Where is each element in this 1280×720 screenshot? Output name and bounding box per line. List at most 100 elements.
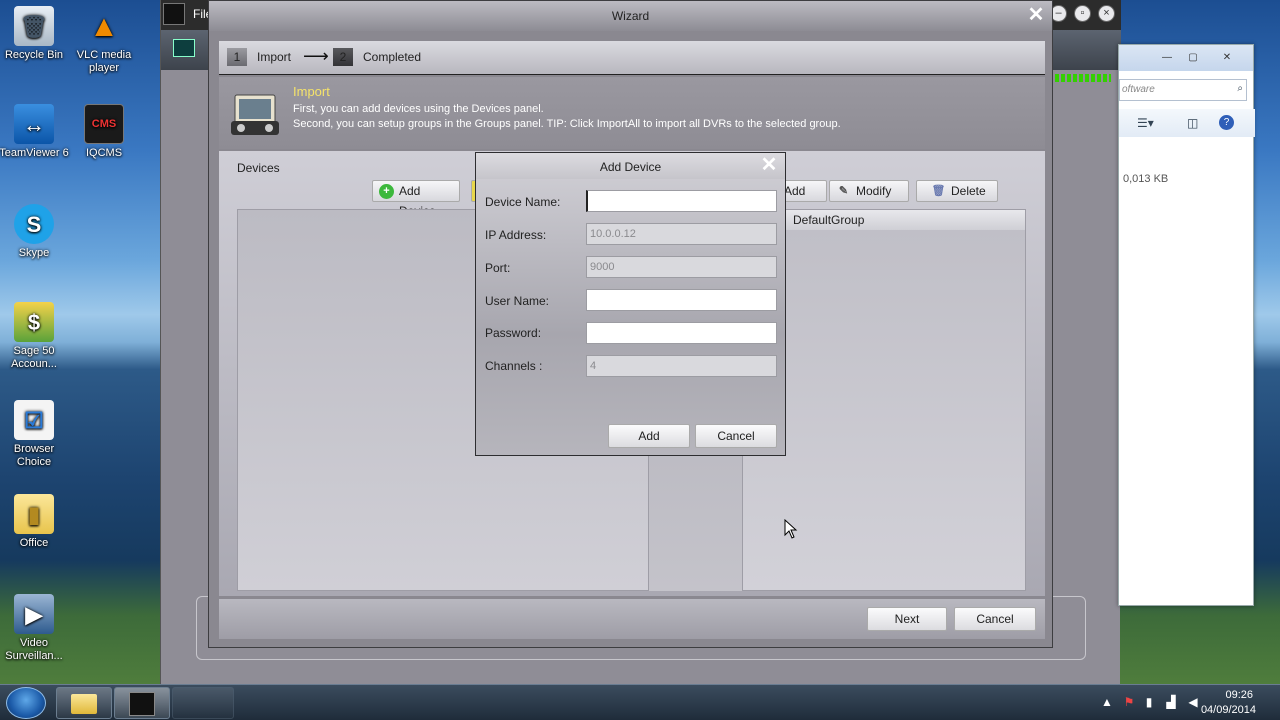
desktop-icon-label: VLC media player [76, 49, 132, 74]
devices-label: Devices [237, 161, 280, 175]
info-line-2: Second, you can setup groups in the Grou… [293, 118, 841, 130]
file-size: 0,013 KB [1123, 173, 1169, 185]
device-name-label: Device Name: [485, 195, 561, 209]
arrow-right-icon: ⟶ [303, 46, 329, 66]
info-title: Import [293, 84, 330, 99]
channels-input[interactable] [586, 355, 777, 377]
taskbar: ▲ ⚑ ▮ ▟ ◀ 09:26 04/09/2014 [0, 684, 1280, 720]
folder-icon [71, 694, 97, 714]
trash-icon: 🗑 [931, 185, 946, 197]
add-device-button[interactable]: + Add Device [372, 180, 460, 218]
wizard-titlebar: Wizard ✕ [209, 1, 1052, 31]
explorer-search-text: oftware [1122, 84, 1155, 95]
delete-button[interactable]: 🗑 Delete [916, 180, 998, 202]
modify-label: Modify [856, 184, 892, 198]
close-icon[interactable]: × [1098, 5, 1115, 22]
desktop-icon-skype[interactable]: S Skype [0, 204, 71, 260]
desktop-icon-recycle-bin[interactable]: 🗑 Recycle Bin [0, 6, 71, 62]
app-window-controls: – ▫ × [1050, 5, 1120, 25]
app-logo-icon [163, 3, 185, 25]
start-button[interactable] [6, 687, 46, 719]
desktop-icon-office[interactable]: ▮ Office [0, 494, 71, 550]
cancel-button[interactable]: Cancel [954, 607, 1036, 631]
dialog-add-button[interactable]: Add [608, 424, 690, 448]
taskbar-item[interactable] [172, 687, 234, 719]
dialog-titlebar: Add Device ✕ [476, 153, 785, 179]
battery-icon[interactable]: ▮ [1142, 695, 1156, 709]
next-button[interactable]: Next [867, 607, 947, 631]
vlc-icon: ▲ [89, 9, 119, 43]
teamviewer-icon: ↔ [14, 104, 54, 144]
dialog-title: Add Device [599, 160, 662, 174]
explorer-search-input[interactable]: oftware ⌕ [1119, 79, 1247, 101]
port-input[interactable] [586, 256, 777, 278]
info-panel: Import First, you can add devices using … [219, 77, 1045, 149]
wizard-steps: 1 Import ⟶ 2 Completed [219, 41, 1045, 75]
iqcms-icon [129, 692, 155, 716]
monitor-icon[interactable] [173, 39, 195, 57]
signal-bars-icon [1055, 74, 1111, 82]
step-1-label: Import [257, 50, 292, 64]
modify-button[interactable]: ✎ Modify [829, 180, 909, 202]
plus-icon: + [379, 184, 394, 199]
preview-pane-icon[interactable]: ◫ [1187, 116, 1198, 130]
sage-icon: $ [14, 302, 54, 342]
explorer-toolbar: ☰▾ ◫ ? [1119, 109, 1255, 137]
desktop-icon-vlc[interactable]: ▲ VLC media player [67, 6, 141, 75]
dialog-close-icon[interactable]: ✕ [759, 155, 779, 175]
info-line-1: First, you can add devices using the Dev… [293, 103, 544, 115]
browser-choice-icon: ☑ [14, 400, 54, 440]
explorer-window: — ▢ ✕ oftware ⌕ ☰▾ ◫ ? 0,013 KB [1118, 44, 1255, 606]
recycle-bin-icon: 🗑 [14, 6, 54, 46]
dialog-cancel-button[interactable]: Cancel [695, 424, 777, 448]
iqcms-icon: CMS [84, 104, 124, 144]
step-2-label: Completed [363, 50, 422, 64]
minimize-icon[interactable]: — [1159, 51, 1175, 65]
desktop-icon-label: TeamViewer 6 [0, 147, 69, 159]
skype-icon: S [14, 204, 54, 244]
desktop-icon-label: Video Surveillan... [5, 637, 63, 662]
wizard-title: Wizard [611, 9, 650, 23]
wizard-footer: Next Cancel [219, 599, 1045, 639]
desktop-icon-label: Skype [18, 247, 50, 259]
pencil-icon: ✎ [838, 185, 849, 197]
video-surveillance-icon: ▶ [14, 594, 54, 634]
close-icon[interactable]: ✕ [1219, 51, 1235, 65]
desktop-icon-browser-choice[interactable]: ☑ Browser Choice [0, 400, 71, 469]
password-input[interactable] [586, 322, 777, 344]
clock-date[interactable]: 04/09/2014 [1201, 704, 1256, 716]
desktop-icon-teamviewer[interactable]: ↔ TeamViewer 6 [0, 104, 71, 160]
taskbar-explorer[interactable] [56, 687, 112, 719]
delete-label: Delete [951, 184, 986, 198]
add-device-dialog: Add Device ✕ Device Name: IP Address: Po… [475, 152, 786, 456]
username-input[interactable] [586, 289, 777, 311]
maximize-icon[interactable]: ▫ [1074, 5, 1091, 22]
channels-label: Channels : [485, 359, 543, 373]
desktop-icon-label: Browser Choice [13, 443, 55, 468]
step-2-number: 2 [333, 48, 353, 66]
device-name-input[interactable] [586, 190, 777, 212]
desktop-icon-label: Office [19, 537, 49, 549]
desktop-icon-label: Sage 50 Accoun... [11, 345, 57, 370]
maximize-icon[interactable]: ▢ [1185, 51, 1201, 65]
network-icon[interactable]: ▟ [1164, 695, 1178, 709]
import-icon [231, 94, 279, 135]
port-label: Port: [485, 261, 511, 275]
view-options-icon[interactable]: ☰▾ [1137, 116, 1154, 130]
ip-address-input[interactable] [586, 223, 777, 245]
flag-icon[interactable]: ⚑ [1122, 695, 1136, 709]
wizard-close-icon[interactable]: ✕ [1026, 5, 1046, 25]
taskbar-iqcms[interactable] [114, 687, 170, 719]
help-icon[interactable]: ? [1219, 115, 1234, 130]
system-tray: ▲ ⚑ ▮ ▟ ◀ 09:26 04/09/2014 [1080, 685, 1280, 720]
clock-time[interactable]: 09:26 [1225, 689, 1253, 701]
add-group-label: Add [784, 184, 806, 198]
desktop-icon-video-surveillance[interactable]: ▶ Video Surveillan... [0, 594, 71, 663]
search-icon: ⌕ [1237, 83, 1243, 94]
desktop-icon-iqcms[interactable]: CMS IQCMS [67, 104, 141, 160]
show-hidden-icons-icon[interactable]: ▲ [1100, 695, 1114, 709]
volume-icon[interactable]: ◀ [1186, 695, 1200, 709]
desktop-icon-label: IQCMS [85, 147, 123, 159]
explorer-titlebar: — ▢ ✕ [1119, 45, 1253, 71]
desktop-icon-sage[interactable]: $ Sage 50 Accoun... [0, 302, 71, 371]
